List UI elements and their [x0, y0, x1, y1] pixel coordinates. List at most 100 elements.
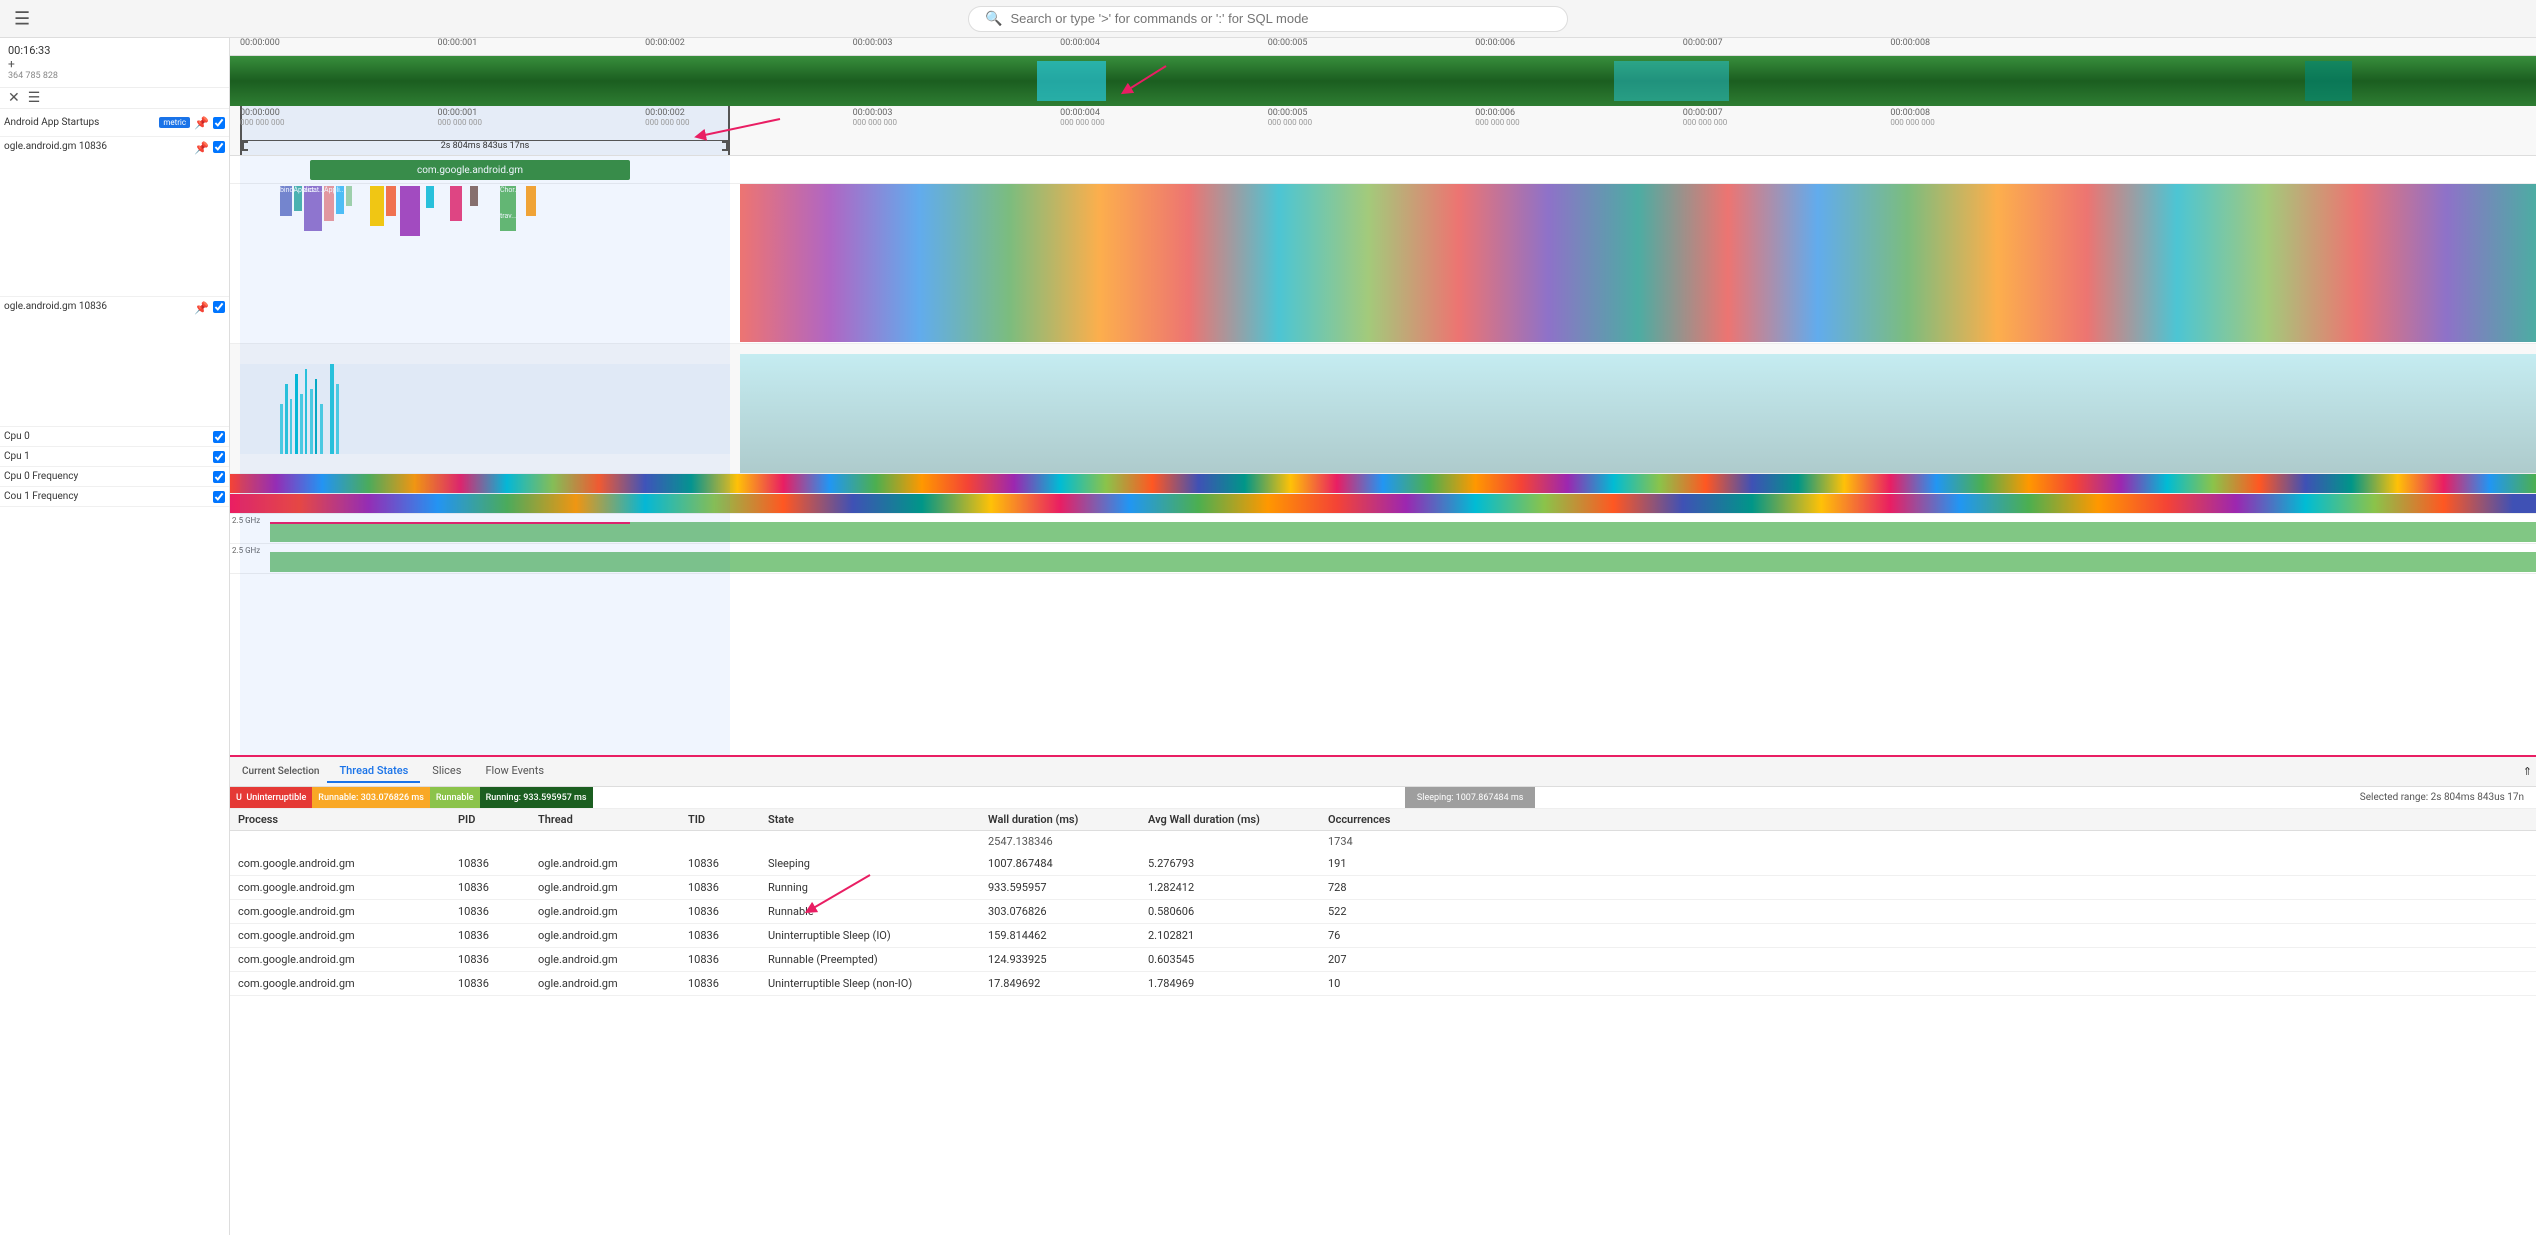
search-icon: 🔍	[985, 11, 1002, 27]
cell-state: Uninterruptible Sleep (non-IO)	[768, 977, 988, 990]
col-state: State	[768, 813, 988, 826]
track-checkbox-cpu1-freq[interactable]	[213, 491, 225, 503]
cell-state: Sleeping	[768, 857, 988, 870]
tracks-area[interactable]: com.google.android.gm	[230, 156, 2536, 755]
track-checkbox[interactable]	[213, 117, 225, 129]
table-summary-row: 2547.138346 1734	[230, 831, 2536, 852]
track-name-cpu1: Cpu 1	[4, 451, 209, 462]
track-row-cpu1: Cpu 1	[0, 447, 229, 467]
cpu0-pink-line	[270, 522, 630, 524]
search-bar[interactable]: 🔍	[968, 6, 1568, 32]
cell-occ: 191	[1328, 857, 1448, 870]
cell-tid: 10836	[688, 905, 768, 918]
time-ruler-top: 00:00:000 00:00:001 00:00:002 00:00:003 …	[230, 38, 2536, 56]
cell-thread: ogle.android.gm	[538, 953, 688, 966]
tab-thread-states[interactable]: Thread States	[327, 760, 420, 783]
col-pid: PID	[458, 813, 538, 826]
cell-tid: 10836	[688, 977, 768, 990]
cell-wall: 17.849692	[988, 977, 1148, 990]
track-checkbox-2[interactable]	[213, 141, 225, 153]
summary-wall: 2547.138346	[988, 835, 1148, 848]
freq1-label: 2.5 GHz	[232, 546, 260, 555]
current-selection-label: Current Selection	[234, 766, 327, 777]
expand-icon[interactable]: ⇑	[2523, 765, 2532, 778]
state-uninterruptible: U Uninterruptible	[230, 787, 312, 808]
track-pin-3[interactable]: 📌	[194, 301, 209, 315]
track-checkbox-3[interactable]	[213, 301, 225, 313]
hamburger-menu[interactable]: ☰	[14, 8, 30, 29]
track-pin-2[interactable]: 📌	[194, 141, 209, 155]
cell-thread: ogle.android.gm	[538, 905, 688, 918]
cell-pid: 10836	[458, 881, 538, 894]
cell-avg-wall: 0.603545	[1148, 953, 1328, 966]
freq0-bar	[270, 522, 2536, 542]
cell-avg-wall: 1.784969	[1148, 977, 1328, 990]
cell-state: Uninterruptible Sleep (IO)	[768, 929, 988, 942]
cell-tid: 10836	[688, 881, 768, 894]
track-name-cpu0-freq: Cpu 0 Frequency	[4, 471, 209, 482]
cell-pid: 10836	[458, 929, 538, 942]
tab-flow-events[interactable]: Flow Events	[473, 760, 556, 783]
cell-thread: ogle.android.gm	[538, 929, 688, 942]
tab-slices[interactable]: Slices	[420, 760, 473, 783]
col-tid: TID	[688, 813, 768, 826]
table-row[interactable]: com.google.android.gm 10836 ogle.android…	[230, 948, 2536, 972]
selection-label: 2s 804ms 843us 17ns	[441, 141, 530, 151]
track-checkbox-cpu0[interactable]	[213, 431, 225, 443]
cell-pid: 10836	[458, 857, 538, 870]
bottom-panel: Current Selection Thread States Slices F…	[230, 755, 2536, 1235]
data-table: com.google.android.gm 10836 ogle.android…	[230, 852, 2536, 1235]
cell-process: com.google.android.gm	[238, 905, 458, 918]
table-row[interactable]: com.google.android.gm 10836 ogle.android…	[230, 852, 2536, 876]
state-sleeping: Sleeping: 1007.867484 ms	[1405, 787, 1535, 808]
track-row-android-startups: Android App Startups metric 📌	[0, 109, 229, 137]
track-checkbox-cpu0-freq[interactable]	[213, 471, 225, 483]
cell-wall: 159.814462	[988, 929, 1148, 942]
cell-state: Runnable (Preempted)	[768, 953, 988, 966]
cell-thread: ogle.android.gm	[538, 857, 688, 870]
state-runnable-val: Runnable: 303.076826 ms	[312, 787, 430, 808]
cpu1-track	[230, 494, 2536, 513]
cell-pid: 10836	[458, 953, 538, 966]
cell-state: Runnable	[768, 905, 988, 918]
slice[interactable]	[370, 186, 384, 226]
summary-occ: 1734	[1328, 835, 1448, 848]
state-bar-row: U Uninterruptible Runnable: 303.076826 m…	[230, 787, 2536, 809]
table-row[interactable]: com.google.android.gm 10836 ogle.android…	[230, 876, 2536, 900]
slice[interactable]	[450, 186, 462, 221]
freq0-label: 2.5 GHz	[232, 516, 260, 525]
state-running: Running: 933.595957 ms	[480, 787, 593, 808]
cell-tid: 10836	[688, 953, 768, 966]
col-avg-wall: Avg Wall duration (ms)	[1148, 813, 1328, 826]
state-runnable: Runnable	[430, 787, 480, 808]
table-row[interactable]: com.google.android.gm 10836 ogle.android…	[230, 900, 2536, 924]
cell-wall: 933.595957	[988, 881, 1148, 894]
track-row-ogle-2: ogle.android.gm 10836 📌	[0, 297, 229, 427]
slice[interactable]	[470, 186, 478, 206]
track-checkbox-cpu1[interactable]	[213, 451, 225, 463]
slice[interactable]	[426, 186, 434, 208]
cell-occ: 10	[1328, 977, 1448, 990]
header: ☰ 🔍	[0, 0, 2536, 38]
plus-icon[interactable]: +	[8, 57, 15, 71]
table-row[interactable]: com.google.android.gm 10836 ogle.android…	[230, 924, 2536, 948]
search-input[interactable]	[1010, 11, 1551, 26]
track-name-android-startups: Android App Startups	[4, 117, 155, 128]
selected-range-label: Selected range: 2s 804ms 843us 17n	[2348, 792, 2536, 803]
track-name-ogle-1: ogle.android.gm 10836	[4, 141, 190, 152]
close-selection-icon[interactable]: ✕	[8, 90, 20, 106]
overview-bar[interactable]	[230, 56, 2536, 106]
table-row[interactable]: com.google.android.gm 10836 ogle.android…	[230, 972, 2536, 996]
cell-occ: 728	[1328, 881, 1448, 894]
menu-icon[interactable]: ☰	[28, 90, 41, 106]
slice[interactable]	[400, 186, 420, 236]
slice[interactable]	[526, 186, 536, 216]
cell-occ: 207	[1328, 953, 1448, 966]
slice[interactable]	[386, 186, 396, 216]
cell-process: com.google.android.gm	[238, 857, 458, 870]
app-startup-bar: com.google.android.gm	[310, 160, 630, 180]
slice[interactable]	[346, 186, 352, 206]
cell-avg-wall: 1.282412	[1148, 881, 1328, 894]
track-pin[interactable]: 📌	[194, 116, 209, 130]
detail-ruler[interactable]: 2s 804ms 843us 17ns 00:00:000000 000 000…	[230, 106, 2536, 156]
